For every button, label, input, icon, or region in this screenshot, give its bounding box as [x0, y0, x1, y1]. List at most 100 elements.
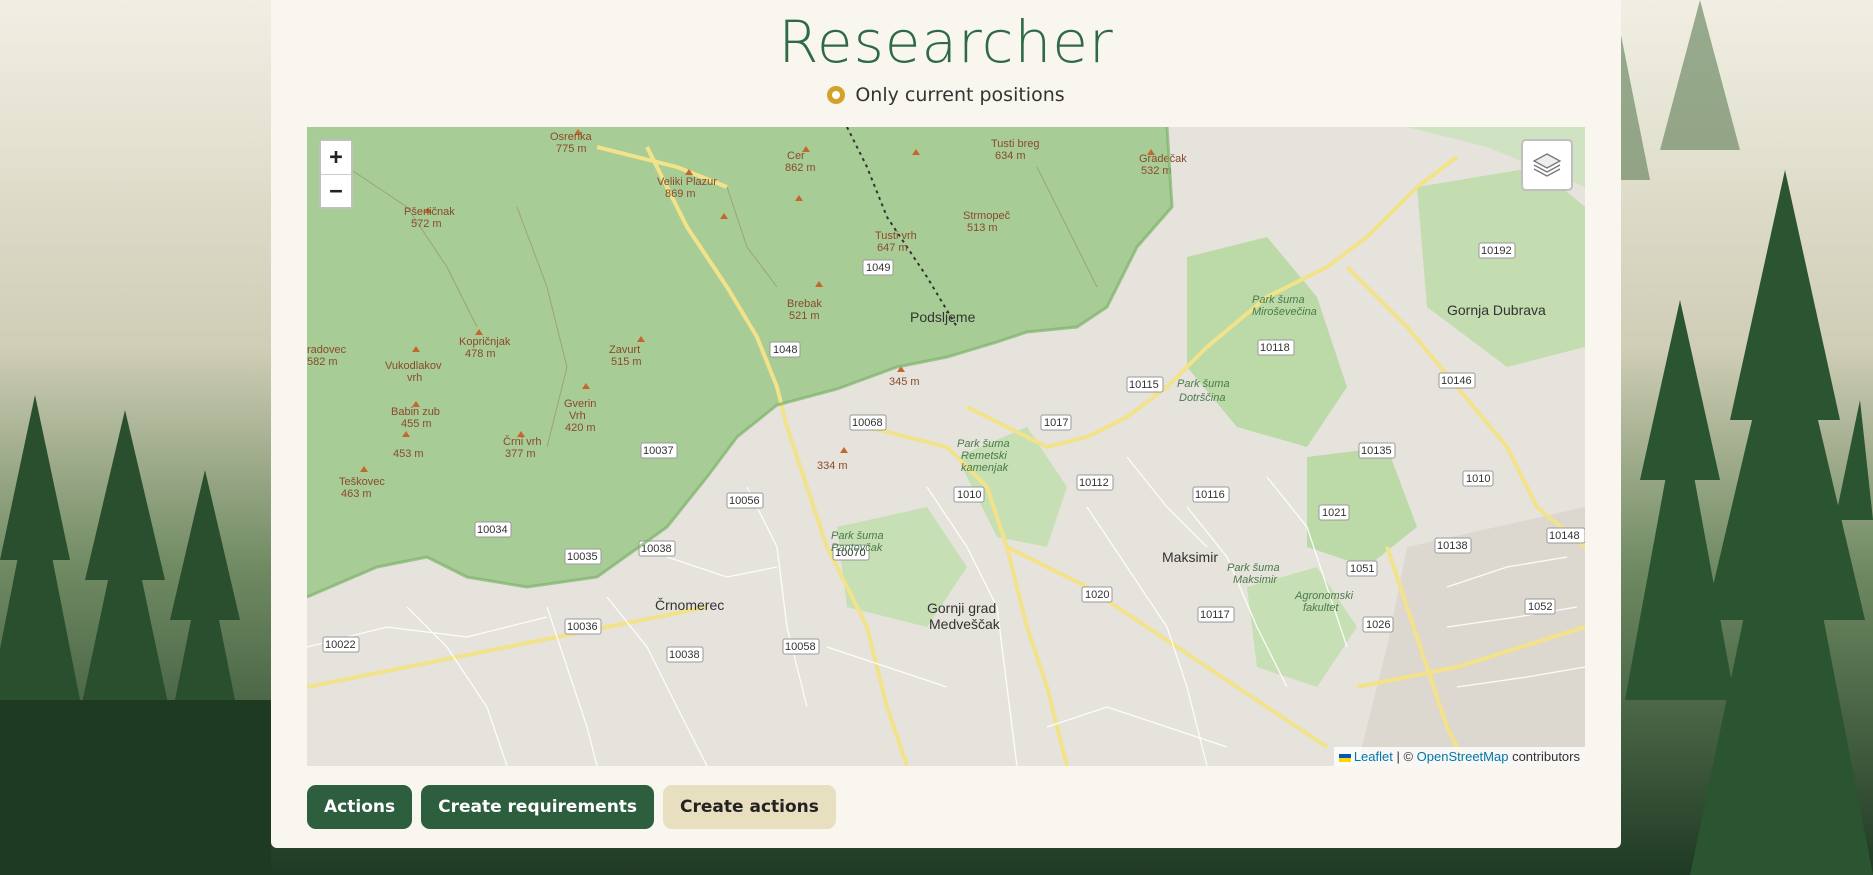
svg-text:10118: 10118 [1260, 342, 1290, 354]
layers-icon [1532, 153, 1562, 177]
svg-text:1010: 1010 [1466, 473, 1490, 485]
svg-text:10036: 10036 [567, 621, 598, 633]
svg-text:Medveščak: Medveščak [929, 616, 1001, 632]
svg-text:Vrh: Vrh [569, 410, 586, 422]
svg-text:Gradečak: Gradečak [1139, 153, 1187, 165]
svg-text:634 m: 634 m [995, 150, 1026, 162]
svg-text:Osrenka: Osrenka [550, 131, 592, 143]
attribution-separator: | © [1392, 749, 1417, 764]
svg-text:10037: 10037 [643, 445, 674, 457]
svg-text:Zavurt: Zavurt [609, 344, 640, 356]
svg-text:10116: 10116 [1195, 489, 1225, 501]
svg-text:515 m: 515 m [611, 356, 642, 368]
zoom-out-button[interactable]: − [321, 174, 351, 207]
svg-text:Park šuma: Park šuma [831, 530, 884, 542]
svg-text:10115: 10115 [1129, 379, 1159, 391]
svg-text:10148: 10148 [1549, 530, 1580, 542]
svg-text:1026: 1026 [1366, 619, 1390, 631]
svg-text:10038: 10038 [669, 649, 700, 661]
svg-text:Gornja Dubrava: Gornja Dubrava [1447, 302, 1546, 318]
svg-text:1021: 1021 [1322, 507, 1346, 519]
svg-text:1051: 1051 [1350, 563, 1374, 575]
svg-text:869 m: 869 m [665, 188, 696, 200]
current-positions-label: Only current positions [855, 84, 1065, 106]
svg-text:Park šuma: Park šuma [1227, 562, 1280, 574]
svg-text:Tusti vrh: Tusti vrh [875, 230, 917, 242]
svg-text:10146: 10146 [1441, 375, 1472, 387]
attribution-suffix: contributors [1508, 749, 1580, 764]
actions-button[interactable]: Actions [307, 785, 413, 829]
svg-text:Črni vrh: Črni vrh [503, 435, 542, 448]
create-requirements-button[interactable]: Create requirements [421, 785, 655, 829]
svg-text:513 m: 513 m [967, 222, 998, 234]
map-container[interactable]: Osrenka 775 m Cer 862 m Tusti breg 634 m Gr… [307, 127, 1585, 766]
current-positions-radio[interactable] [827, 86, 846, 104]
leaflet-link[interactable]: Leaflet [1354, 749, 1393, 764]
svg-text:453 m: 453 m [393, 448, 424, 460]
svg-text:Park šuma: Park šuma [1177, 378, 1230, 390]
svg-text:532 m: 532 m [1141, 165, 1172, 177]
svg-text:10034: 10034 [477, 524, 508, 536]
svg-text:Maksimir: Maksimir [1233, 574, 1278, 586]
svg-text:Gverin: Gverin [564, 398, 596, 410]
svg-text:Maksimir: Maksimir [1162, 549, 1218, 565]
svg-text:radovec: radovec [307, 344, 347, 356]
svg-text:kamenjak: kamenjak [961, 462, 1009, 474]
layers-control-button[interactable] [1521, 139, 1573, 191]
svg-text:Črnomerec: Črnomerec [655, 597, 724, 613]
svg-text:1052: 1052 [1528, 601, 1552, 613]
svg-text:Park šuma: Park šuma [957, 438, 1010, 450]
svg-text:Teškovec: Teškovec [339, 476, 385, 488]
svg-text:10135: 10135 [1361, 445, 1392, 457]
svg-text:345 m: 345 m [889, 376, 920, 388]
svg-text:582 m: 582 m [307, 356, 338, 368]
svg-text:478 m: 478 m [465, 348, 496, 360]
svg-text:vrh: vrh [407, 372, 422, 384]
svg-text:775 m: 775 m [556, 143, 587, 155]
svg-text:10117: 10117 [1200, 609, 1230, 621]
action-buttons: Actions Create requirements Create actio… [307, 785, 836, 829]
map-attribution: Leaflet | © OpenStreetMap contributors [1333, 747, 1585, 766]
svg-text:455 m: 455 m [401, 418, 432, 430]
svg-text:862 m: 862 m [785, 162, 816, 174]
svg-text:Dotrščina: Dotrščina [1179, 392, 1225, 404]
svg-text:Kopričnjak: Kopričnjak [459, 336, 511, 348]
svg-text:1048: 1048 [773, 344, 797, 356]
svg-text:10192: 10192 [1481, 245, 1512, 257]
svg-text:Park šuma: Park šuma [1252, 294, 1305, 306]
svg-text:10056: 10056 [729, 495, 760, 507]
svg-text:10112: 10112 [1079, 477, 1109, 489]
svg-text:463 m: 463 m [341, 488, 372, 500]
svg-text:420 m: 420 m [565, 422, 596, 434]
svg-text:Agronomski: Agronomski [1294, 590, 1354, 602]
create-actions-button[interactable]: Create actions [663, 785, 836, 829]
svg-text:521 m: 521 m [789, 310, 820, 322]
ukraine-flag-icon [1338, 753, 1351, 762]
svg-text:334 m: 334 m [817, 460, 848, 472]
page-title: Researcher [778, 8, 1114, 76]
svg-text:10038: 10038 [641, 543, 672, 555]
svg-text:Pantovčak: Pantovčak [831, 542, 883, 554]
svg-text:10138: 10138 [1437, 540, 1468, 552]
map-tiles: Osrenka775 m Cer862 m Tusti breg634 m Gr… [307, 127, 1585, 766]
current-positions-filter[interactable]: Only current positions [271, 84, 1621, 106]
svg-text:10035: 10035 [567, 551, 598, 563]
zoom-control: + − [319, 139, 353, 209]
svg-text:1010: 1010 [957, 489, 981, 501]
svg-text:Pšeničnak: Pšeničnak [404, 206, 455, 218]
svg-text:Strmopeč: Strmopeč [963, 210, 1011, 222]
svg-text:Tusti breg: Tusti breg [991, 138, 1040, 150]
zoom-in-button[interactable]: + [321, 141, 351, 174]
svg-text:Gornji grad: Gornji grad [927, 600, 996, 616]
svg-text:1017: 1017 [1044, 417, 1068, 429]
svg-text:Babin zub: Babin zub [391, 406, 440, 418]
svg-text:Miroševečina: Miroševečina [1252, 306, 1317, 318]
svg-text:Vukodlakov: Vukodlakov [385, 360, 442, 372]
svg-text:Veliki Plazur: Veliki Plazur [657, 176, 717, 188]
svg-text:Cer: Cer [787, 150, 805, 162]
svg-text:647 m: 647 m [877, 242, 908, 254]
openstreetmap-link[interactable]: OpenStreetMap [1417, 749, 1509, 764]
svg-text:10058: 10058 [785, 641, 816, 653]
svg-text:Brebak: Brebak [787, 298, 822, 310]
svg-text:572 m: 572 m [411, 218, 442, 230]
